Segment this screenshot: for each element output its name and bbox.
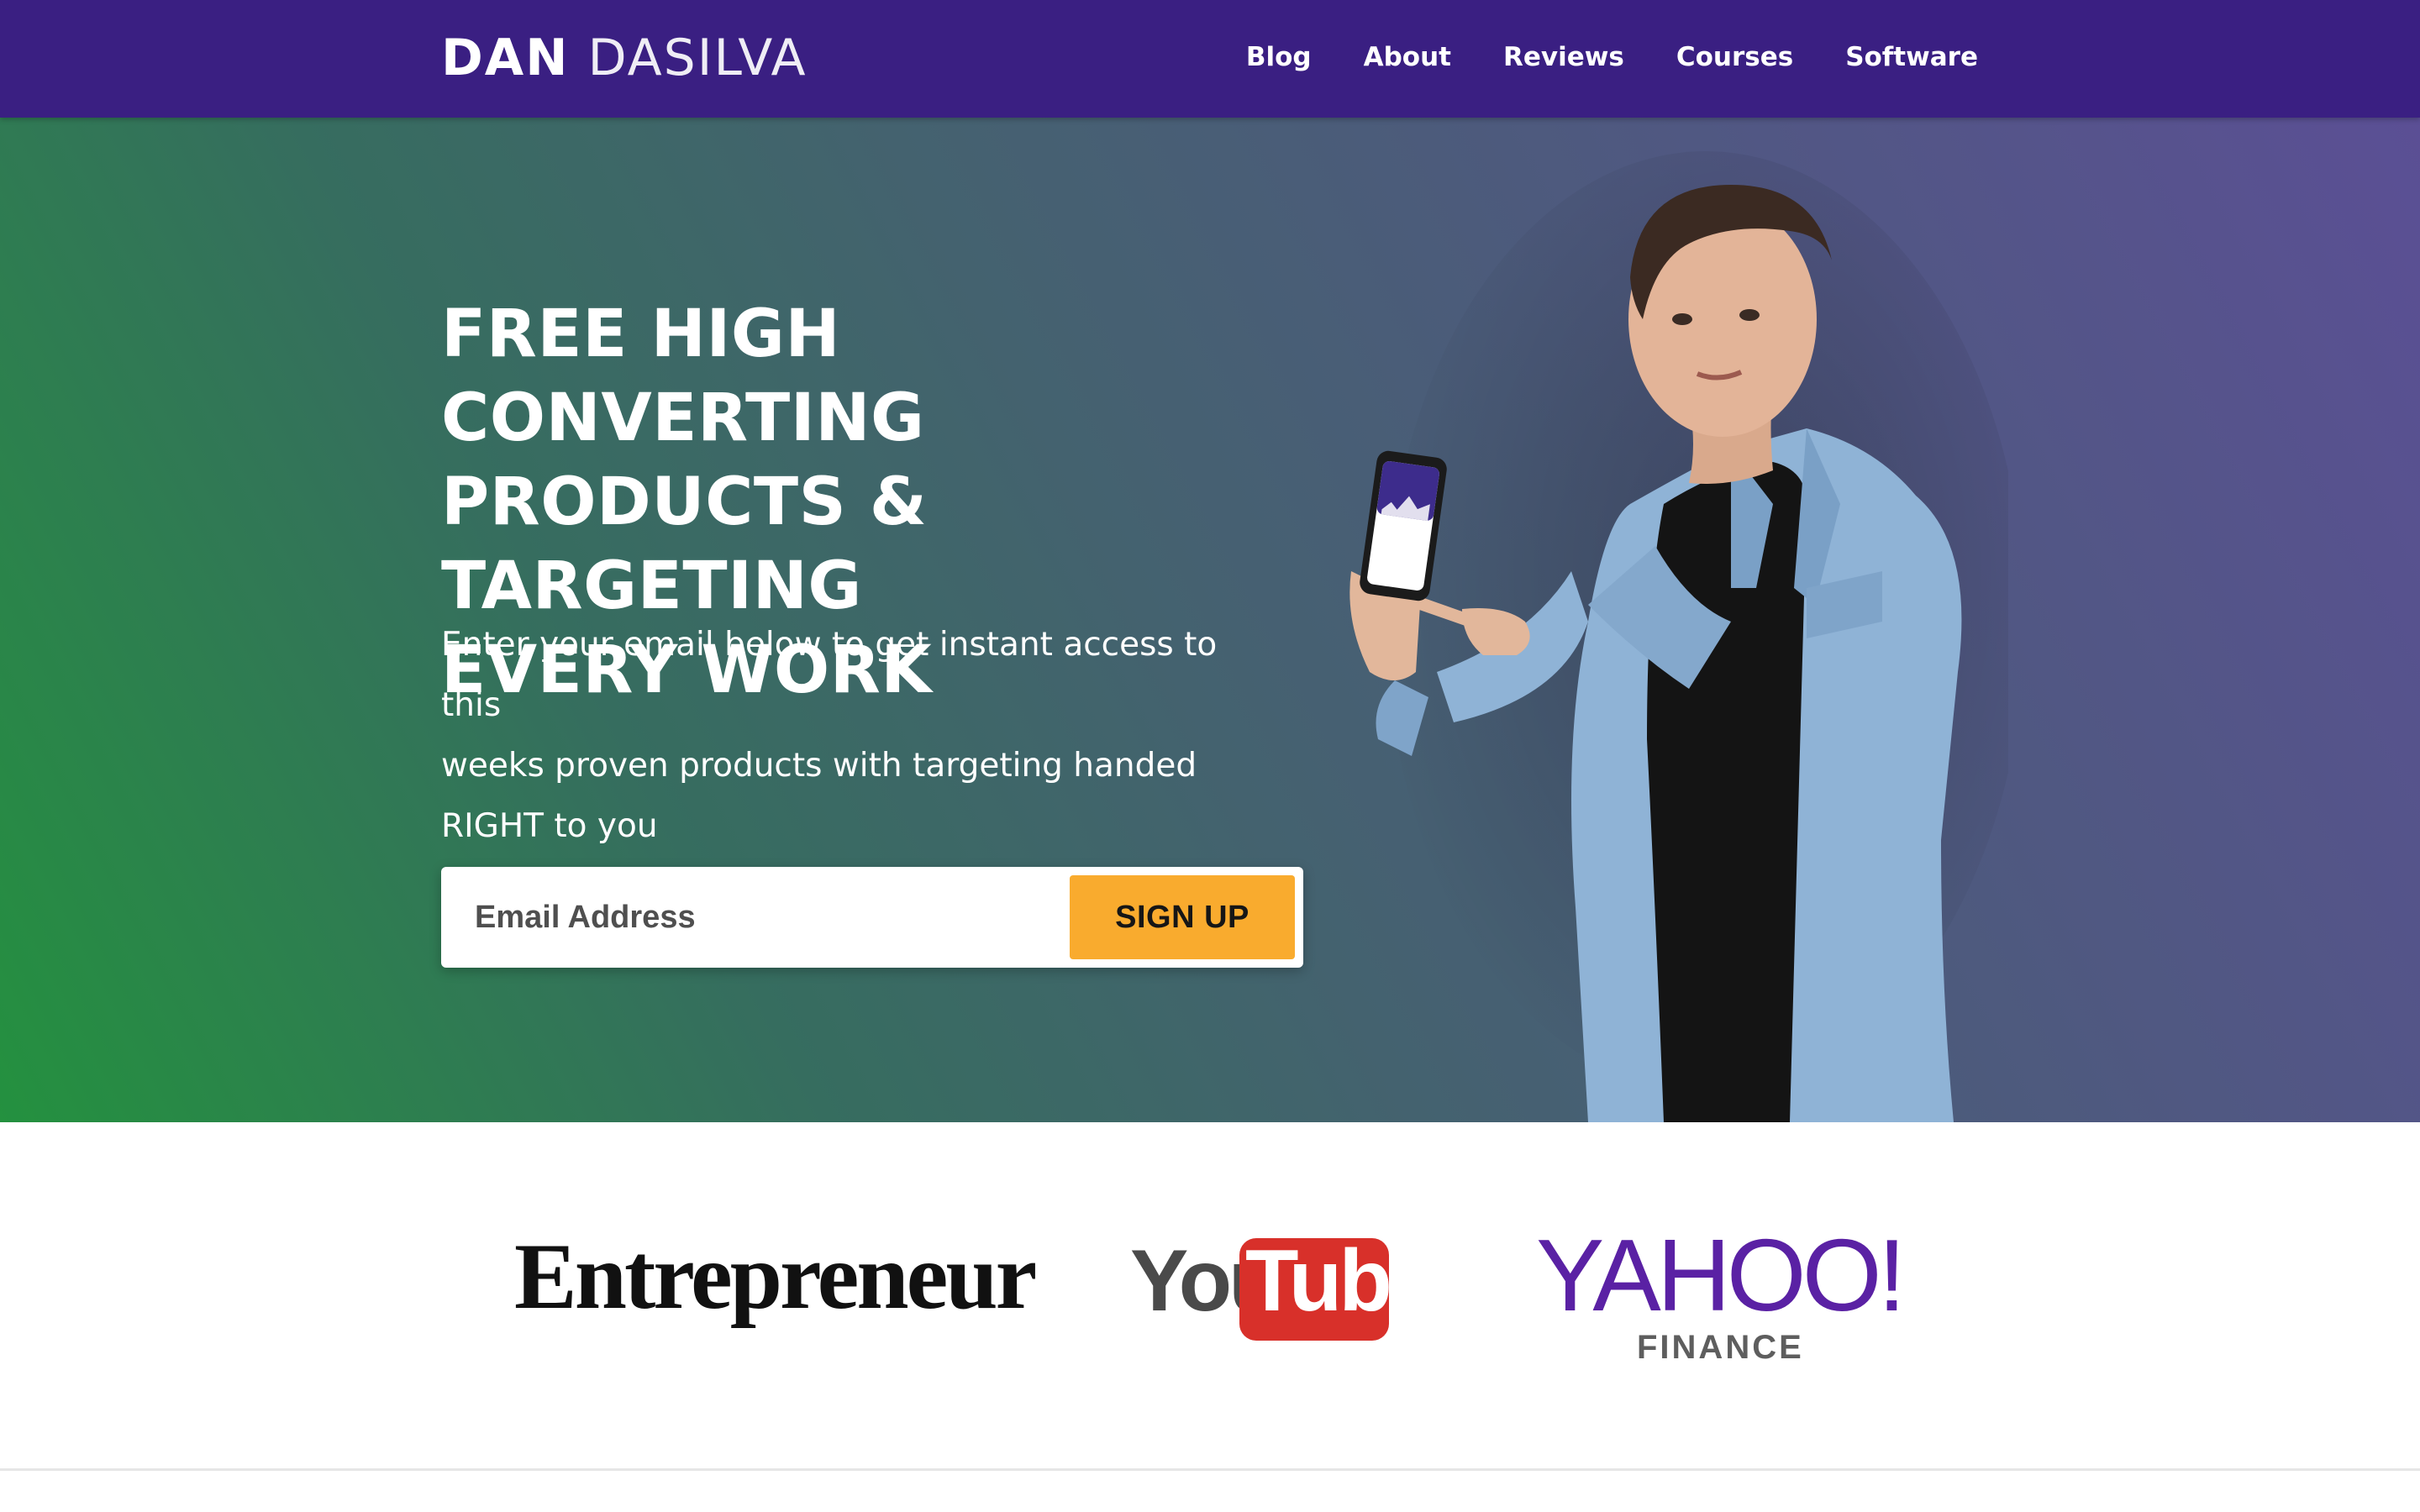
email-input[interactable] xyxy=(441,867,1063,968)
section-divider xyxy=(0,1468,2420,1471)
site-logo[interactable]: DAN DASILVA xyxy=(441,29,808,87)
hero-subtitle-line-1: Enter your email below to get instant ac… xyxy=(441,626,1218,724)
nav-link-about[interactable]: About xyxy=(1364,42,1451,72)
email-signup-form: SIGN UP xyxy=(441,867,1303,968)
yahoo-finance-label: FINANCE xyxy=(1637,1329,1804,1366)
presenter-photo xyxy=(1349,151,2008,1122)
hero-title-line-2: PRODUCTS & TARGETING xyxy=(441,465,928,624)
main-nav: Blog About Reviews Courses Software xyxy=(1246,34,1978,81)
nav-link-reviews[interactable]: Reviews xyxy=(1503,42,1624,72)
top-navbar: DAN DASILVA Blog About Reviews Courses S… xyxy=(0,0,2420,118)
sign-up-button[interactable]: SIGN UP xyxy=(1070,875,1295,959)
logo-last-name: DASILVA xyxy=(587,29,808,87)
hero-title-line-1: FREE HIGH CONVERTING xyxy=(441,297,925,456)
press-logos-strip: Entrepreneur You Tube YAHOO! FINANCE xyxy=(0,1122,2420,1468)
yahoo-logo: YAHOO! xyxy=(1536,1218,1906,1332)
logo-first-name: DAN xyxy=(441,29,570,87)
hero-subtitle: Enter your email below to get instant ac… xyxy=(441,615,1273,857)
hero-section: FREE HIGH CONVERTING PRODUCTS & TARGETIN… xyxy=(0,118,2420,1122)
hero-subtitle-line-3: RIGHT to you xyxy=(441,807,658,845)
nav-link-blog[interactable]: Blog xyxy=(1246,42,1312,72)
nav-link-software[interactable]: Software xyxy=(1845,42,1978,72)
entrepreneur-logo: Entrepreneur xyxy=(514,1225,1037,1329)
youtube-logo-tube: Tube xyxy=(1245,1232,1438,1330)
nav-link-courses[interactable]: Courses xyxy=(1676,42,1793,72)
hero-subtitle-line-2: weeks proven products with targeting han… xyxy=(441,747,1197,785)
